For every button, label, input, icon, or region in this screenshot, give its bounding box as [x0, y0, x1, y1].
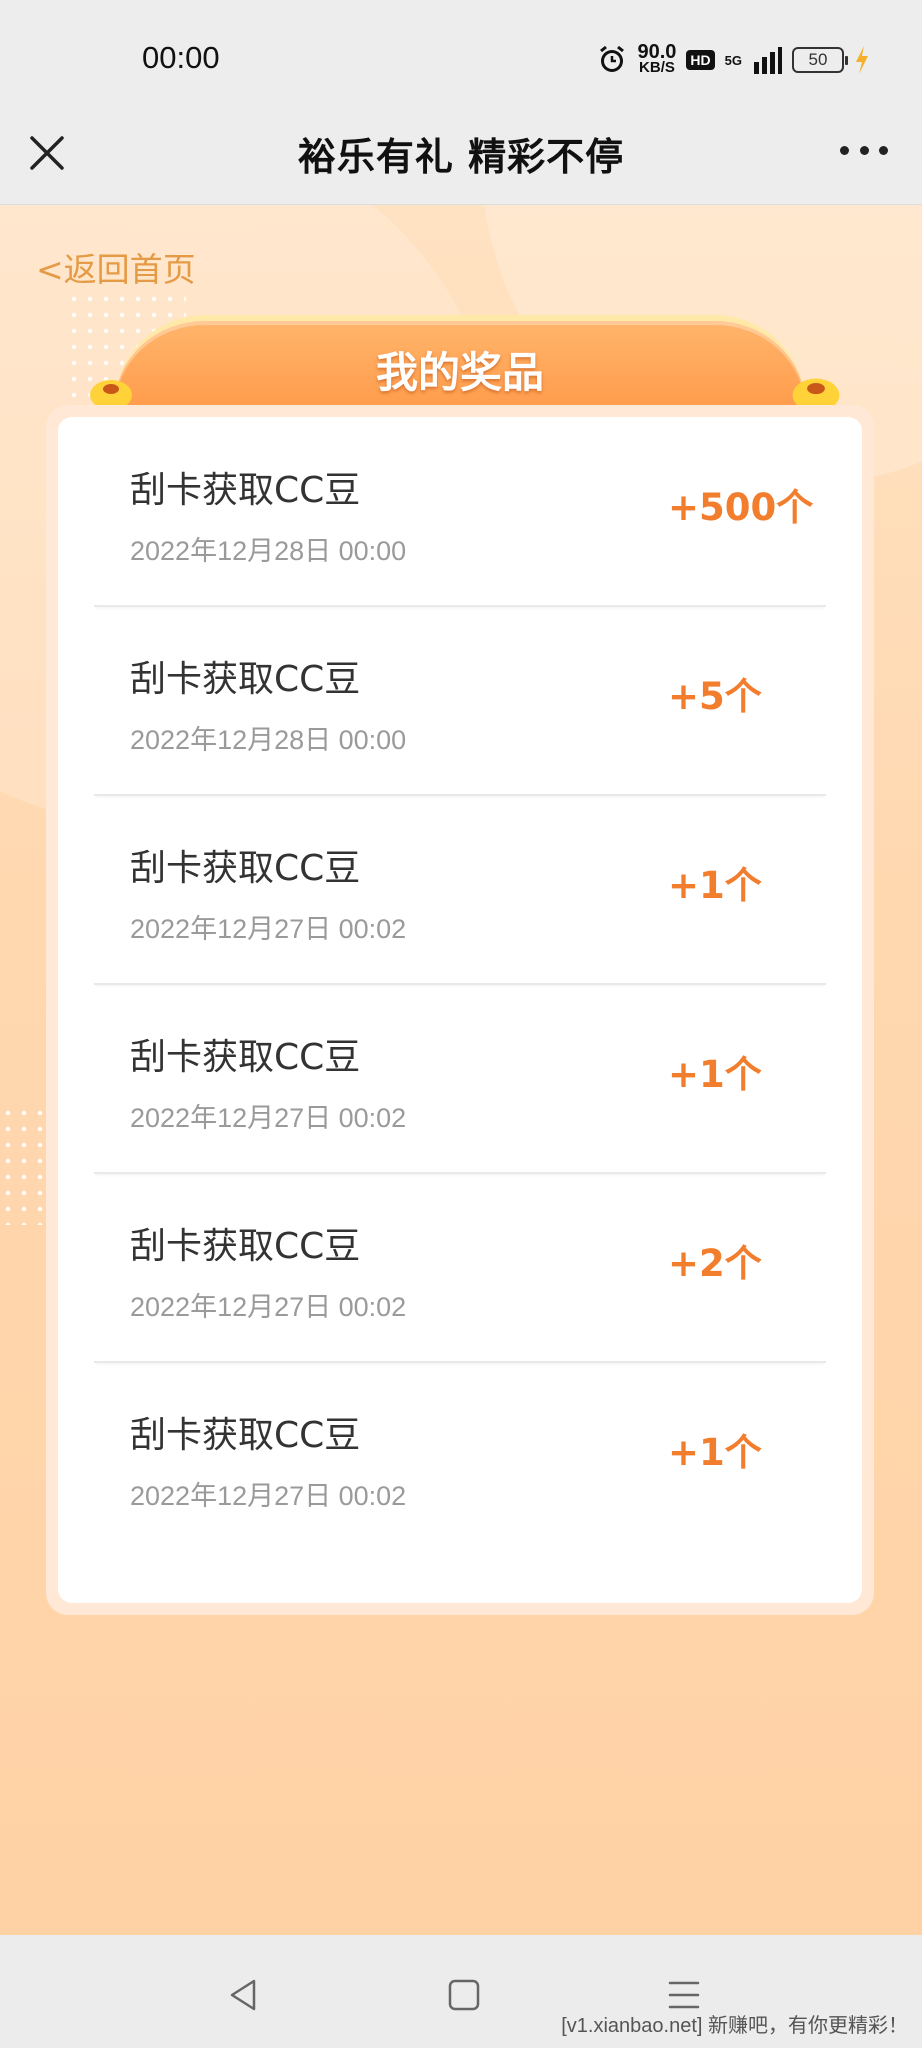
charging-icon — [856, 46, 868, 74]
more-dot — [879, 145, 888, 155]
prize-amount: +1个 — [668, 1053, 762, 1096]
status-icons: 90.0 KB/S HD 5G 50 — [597, 40, 870, 80]
signal-icon — [754, 47, 782, 74]
battery-indicator: 50 — [792, 47, 848, 73]
prize-row: 刮卡获取CC豆 2022年12月28日 00:00 +500个 — [94, 417, 826, 607]
alarm-icon — [600, 45, 625, 72]
title-bar: 裕乐有礼 精彩不停 — [0, 118, 922, 205]
prize-date: 2022年12月28日 00:00 — [130, 536, 407, 566]
back-home-link[interactable]: <返回首页 — [36, 243, 196, 291]
status-time: 00:00 — [142, 40, 220, 75]
prize-amount: +500个 — [668, 486, 814, 529]
prize-date: 2022年12月27日 00:02 — [130, 1292, 407, 1322]
prize-date: 2022年12月28日 00:00 — [130, 725, 407, 755]
prize-title: 刮卡获取CC豆 — [130, 470, 361, 511]
back-triangle-icon[interactable] — [222, 1973, 266, 2017]
prize-amount: +5个 — [668, 675, 762, 718]
prize-row: 刮卡获取CC豆 2022年12月27日 00:02 +1个 — [94, 984, 826, 1174]
network-speed: 90.0 KB/S — [637, 41, 677, 76]
more-dot — [840, 145, 849, 155]
prize-date: 2022年12月27日 00:02 — [130, 1103, 407, 1133]
prize-title: 刮卡获取CC豆 — [130, 1415, 361, 1456]
prize-date: 2022年12月27日 00:02 — [130, 1481, 407, 1511]
hd-badge: HD — [686, 50, 715, 70]
prize-row: 刮卡获取CC豆 2022年12月27日 00:02 +1个 — [94, 1362, 826, 1550]
page-title: 裕乐有礼 精彩不停 — [297, 135, 625, 179]
prizes-card: 刮卡获取CC豆 2022年12月28日 00:00 +500个 刮卡获取CC豆 … — [46, 405, 874, 1615]
prize-amount: +2个 — [668, 1242, 762, 1285]
prize-title: 刮卡获取CC豆 — [130, 659, 361, 700]
speed-value: 90.0 — [637, 41, 677, 63]
prize-row: 刮卡获取CC豆 2022年12月28日 00:00 +5个 — [94, 606, 826, 796]
status-bar: 00:00 90.0 KB/S HD 5G 50 — [0, 0, 922, 118]
prizes-list: 刮卡获取CC豆 2022年12月28日 00:00 +500个 刮卡获取CC豆 … — [58, 417, 862, 1603]
home-square-icon[interactable] — [442, 1973, 486, 2017]
prize-row: 刮卡获取CC豆 2022年12月27日 00:02 +2个 — [94, 1173, 826, 1363]
speed-unit: KB/S — [639, 59, 675, 76]
prize-title: 刮卡获取CC豆 — [130, 1226, 361, 1267]
more-icon[interactable] — [840, 138, 888, 162]
prize-row: 刮卡获取CC豆 2022年12月27日 00:02 +1个 — [94, 795, 826, 985]
system-nav-bar: [v1.xianbao.net] 新赚吧，有你更精彩！ — [0, 1935, 922, 2048]
network-type: 5G — [724, 52, 742, 68]
watermark-text: [v1.xianbao.net] 新赚吧，有你更精彩！ — [561, 2015, 908, 2037]
main-content: <返回首页 我的奖品 刮卡获取CC豆 2022年12月28日 00:00 +50… — [0, 205, 922, 1935]
prize-title: 刮卡获取CC豆 — [130, 1037, 361, 1078]
panel-title: 我的奖品 — [375, 348, 544, 397]
prize-amount: +1个 — [668, 1431, 762, 1474]
more-dot — [859, 145, 869, 155]
prize-amount: +1个 — [668, 864, 762, 907]
prize-date: 2022年12月27日 00:02 — [130, 914, 407, 944]
prize-title: 刮卡获取CC豆 — [130, 848, 361, 889]
